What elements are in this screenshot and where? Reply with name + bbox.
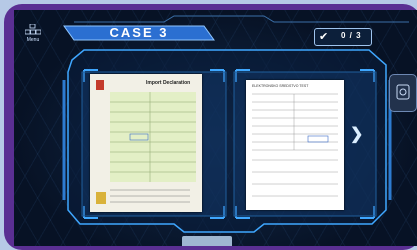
menu-grid-icon: [25, 24, 41, 35]
menu-button[interactable]: Menu: [22, 24, 44, 43]
tool-icon: [396, 84, 410, 100]
document-form-lines: [96, 80, 196, 204]
import-declaration-document[interactable]: Import Declaration: [90, 74, 202, 212]
next-document-button[interactable]: ❯: [350, 124, 363, 144]
case-title: CASE 3: [109, 25, 169, 40]
progress-counter: ✔ 0 / 3: [314, 28, 372, 46]
chevron-right-icon: ❯: [350, 126, 364, 143]
checkmark-icon: ✔: [319, 31, 329, 43]
document-title: Import Declaration: [146, 80, 191, 86]
progress-count: 0 / 3: [341, 31, 362, 40]
menu-label: Menu: [26, 37, 40, 43]
side-panel-button[interactable]: [389, 74, 417, 112]
second-document[interactable]: ELEKTRONSKO SREDSTVO TEST: [246, 80, 344, 210]
device: Menu CASE 3 ✔ 0 / 3 Import Declaration E…: [0, 0, 417, 250]
document-form-lines: [252, 93, 338, 197]
document-title: ELEKTRONSKO SREDSTVO TEST: [252, 84, 309, 88]
bottom-tab-button[interactable]: [182, 236, 232, 246]
game-screen: Menu CASE 3 ✔ 0 / 3 Import Declaration E…: [14, 10, 417, 246]
